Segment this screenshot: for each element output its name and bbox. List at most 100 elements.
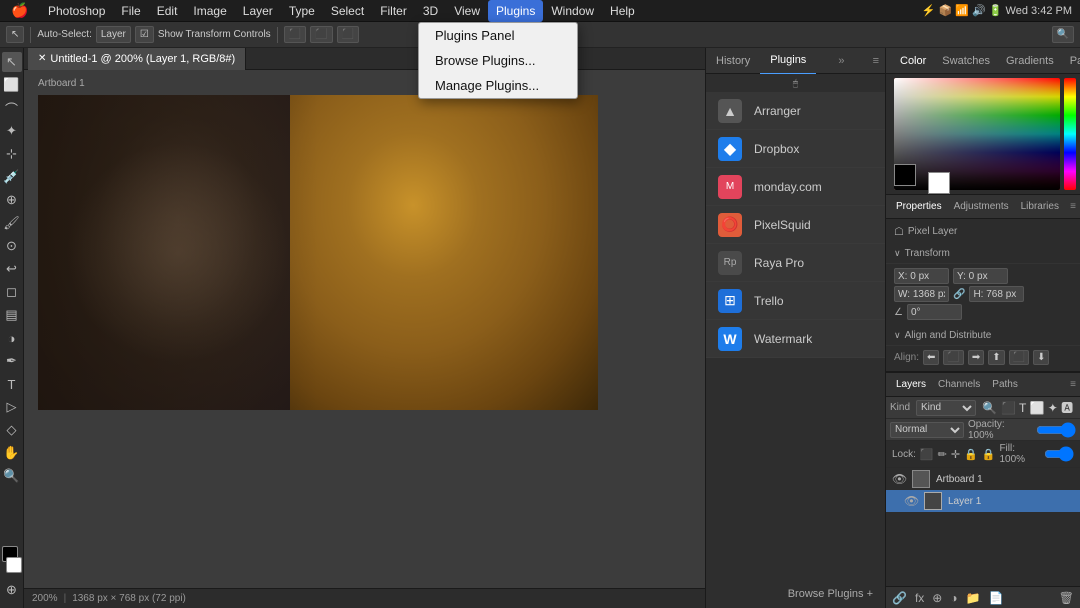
tab-close[interactable]: ✕: [38, 53, 46, 64]
gradients-tab[interactable]: Gradients: [998, 48, 1062, 74]
tool-heal[interactable]: ⊕: [2, 190, 22, 210]
align-right[interactable]: ⬛: [337, 26, 359, 43]
menu-type[interactable]: Type: [281, 0, 323, 22]
add-adjustment-icon[interactable]: ◑: [950, 591, 957, 605]
layers-tab[interactable]: Layers: [890, 373, 932, 397]
background-color[interactable]: [6, 557, 22, 573]
opacity-slider[interactable]: [1036, 424, 1076, 436]
props-panel-menu[interactable]: ≡: [1070, 201, 1076, 212]
layer-filter-icons[interactable]: ⬛ T ⬜ ✦ 🅰: [1001, 399, 1073, 416]
add-mask-icon[interactable]: ⊕: [932, 591, 942, 605]
layers-panel-menu[interactable]: ≡: [1070, 379, 1076, 390]
lock-artboard-icon[interactable]: 🔒: [964, 448, 978, 461]
patterns-tab[interactable]: Patterns: [1062, 48, 1080, 74]
link-icon[interactable]: 🔗: [953, 289, 965, 300]
plugin-arranger[interactable]: ▲ Arranger: [706, 92, 885, 130]
menu-file[interactable]: File: [113, 0, 148, 22]
browse-plugins-btn[interactable]: Browse Plugins +: [718, 588, 873, 600]
plugin-dropbox[interactable]: ◆ Dropbox: [706, 130, 885, 168]
plugin-trello[interactable]: ⊞ Trello: [706, 282, 885, 320]
background-swatch[interactable]: [928, 172, 950, 194]
tool-pen[interactable]: ✒: [2, 351, 22, 371]
properties-tab[interactable]: Properties: [890, 195, 948, 219]
lock-position-icon[interactable]: ✛: [951, 448, 960, 461]
tool-move[interactable]: ↖: [2, 52, 22, 72]
align-top-btn[interactable]: ⬆: [988, 350, 1004, 365]
foreground-swatch[interactable]: [894, 164, 916, 186]
browse-plugins-item[interactable]: Browse Plugins...: [419, 48, 577, 73]
fill-slider[interactable]: [1044, 448, 1074, 460]
canvas-tab[interactable]: ✕ Untitled-1 @ 200% (Layer 1, RGB/8#): [28, 48, 246, 70]
color-gradient[interactable]: [886, 74, 1080, 194]
align-left-btn[interactable]: ⬅: [923, 350, 939, 365]
tool-dodge[interactable]: ◑: [2, 328, 22, 348]
tool-path-select[interactable]: ▷: [2, 397, 22, 417]
new-group-icon[interactable]: 📁: [966, 591, 981, 605]
blend-mode-select[interactable]: Normal: [890, 422, 964, 438]
plugin-watermark[interactable]: W Watermark: [706, 320, 885, 358]
h-input[interactable]: [969, 286, 1024, 302]
plugin-pixelsquid[interactable]: ⭕ PixelSquid: [706, 206, 885, 244]
layer1-row[interactable]: 👁 Layer 1: [886, 490, 1080, 512]
canvas-inner[interactable]: Artboard 1: [24, 70, 705, 588]
adjustments-tab[interactable]: Adjustments: [948, 195, 1015, 219]
history-tab[interactable]: History: [706, 48, 760, 74]
tool-lasso[interactable]: ⌒: [2, 98, 22, 118]
new-layer-icon[interactable]: 📄: [989, 591, 1004, 605]
lock-all-icon[interactable]: 🔒: [982, 448, 996, 461]
tool-zoom[interactable]: 🔍: [2, 466, 22, 486]
libraries-tab[interactable]: Libraries: [1015, 195, 1065, 219]
plugins-panel-item[interactable]: Plugins Panel: [419, 23, 577, 48]
menu-filter[interactable]: Filter: [372, 0, 415, 22]
quick-mask[interactable]: ⊕: [2, 580, 22, 600]
menu-view[interactable]: View: [446, 0, 488, 22]
menu-layer[interactable]: Layer: [235, 0, 281, 22]
tool-stamp[interactable]: ⊙: [2, 236, 22, 256]
menu-window[interactable]: Window: [543, 0, 602, 22]
transform-section[interactable]: Transform: [886, 244, 1080, 264]
channels-tab[interactable]: Channels: [932, 373, 986, 397]
menu-3d[interactable]: 3D: [415, 0, 446, 22]
menu-help[interactable]: Help: [602, 0, 643, 22]
x-input[interactable]: [894, 268, 949, 284]
layer1-visibility-icon[interactable]: 👁: [904, 494, 918, 508]
plugins-tab[interactable]: Plugins: [760, 48, 816, 75]
panel-close-icon[interactable]: ≡: [867, 55, 885, 67]
kind-select[interactable]: Kind: [916, 400, 976, 416]
align-center-h-btn[interactable]: ⬛: [943, 350, 963, 365]
manage-plugins-item[interactable]: Manage Plugins...: [419, 73, 577, 98]
menu-select[interactable]: Select: [323, 0, 372, 22]
align-left[interactable]: ⬛: [284, 26, 306, 43]
panel-menu-icon[interactable]: »: [832, 55, 850, 67]
search-icon[interactable]: 🔍: [1052, 26, 1074, 43]
lock-transparent-icon[interactable]: ⬛: [920, 448, 934, 461]
tool-hand[interactable]: ✋: [2, 443, 22, 463]
align-center-v-btn[interactable]: ⬛: [1009, 350, 1029, 365]
tool-gradient[interactable]: ▤: [2, 305, 22, 325]
artboard-layer-row[interactable]: 👁 Artboard 1: [886, 468, 1080, 490]
search-layers-icon[interactable]: 🔍: [982, 401, 997, 415]
color-tab[interactable]: Color: [892, 48, 934, 74]
menu-plugins[interactable]: Plugins: [488, 0, 543, 22]
plugin-rayapro[interactable]: Rp Raya Pro: [706, 244, 885, 282]
paths-tab[interactable]: Paths: [986, 373, 1024, 397]
plugin-monday[interactable]: M monday.com: [706, 168, 885, 206]
align-section[interactable]: Align and Distribute: [886, 326, 1080, 346]
swatches-tab[interactable]: Swatches: [934, 48, 998, 74]
tool-eraser[interactable]: ◻: [2, 282, 22, 302]
toolbar-move-icon[interactable]: ↖: [6, 26, 24, 43]
color-spectrum[interactable]: [1064, 78, 1076, 190]
menu-image[interactable]: Image: [185, 0, 234, 22]
transform-checkbox[interactable]: ☑: [135, 26, 154, 43]
add-style-icon[interactable]: fx: [915, 591, 924, 605]
y-input[interactable]: [953, 268, 1008, 284]
angle-input[interactable]: [907, 304, 962, 320]
delete-layer-icon[interactable]: 🗑: [1059, 591, 1074, 605]
tool-text[interactable]: T: [2, 374, 22, 394]
align-center[interactable]: ⬛: [310, 26, 332, 43]
link-layers-icon[interactable]: 🔗: [892, 591, 907, 605]
artboard-visibility-icon[interactable]: 👁: [892, 472, 906, 486]
w-input[interactable]: [894, 286, 949, 302]
tool-eyedropper[interactable]: 💉: [2, 167, 22, 187]
menu-photoshop[interactable]: Photoshop: [40, 0, 113, 22]
